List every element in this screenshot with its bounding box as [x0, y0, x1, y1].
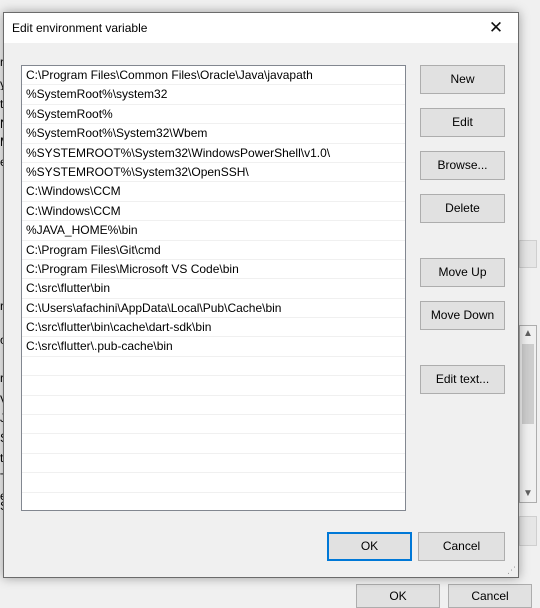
- list-item[interactable]: C:\Windows\CCM: [22, 202, 405, 222]
- path-list[interactable]: C:\Program Files\Common Files\Oracle\Jav…: [21, 65, 406, 511]
- list-item[interactable]: C:\Program Files\Common Files\Oracle\Jav…: [22, 66, 405, 86]
- dialog-title: Edit environment variable: [12, 21, 148, 35]
- list-item[interactable]: %SystemRoot%: [22, 105, 405, 125]
- resize-grip-icon[interactable]: ⋰: [506, 565, 516, 575]
- empty-list-row[interactable]: [22, 493, 405, 510]
- list-item[interactable]: C:\Windows\CCM: [22, 182, 405, 202]
- empty-list-row[interactable]: [22, 454, 405, 474]
- chevron-down-icon[interactable]: ▼: [520, 486, 536, 502]
- list-item[interactable]: C:\Users\afachini\AppData\Local\Pub\Cach…: [22, 299, 405, 319]
- list-item[interactable]: %SystemRoot%\System32\Wbem: [22, 124, 405, 144]
- empty-list-row[interactable]: [22, 434, 405, 454]
- move-up-button[interactable]: Move Up: [420, 258, 505, 287]
- empty-list-row[interactable]: [22, 396, 405, 416]
- list-item[interactable]: %SYSTEMROOT%\System32\OpenSSH\: [22, 163, 405, 183]
- list-item[interactable]: C:\src\flutter\bin: [22, 279, 405, 299]
- background-scrollbar[interactable]: ▲ ▼: [519, 325, 537, 503]
- edit-environment-variable-dialog: Edit environment variable ✕ C:\Program F…: [3, 12, 519, 578]
- ok-button[interactable]: OK: [327, 532, 412, 561]
- list-item[interactable]: %SystemRoot%\system32: [22, 85, 405, 105]
- empty-list-row[interactable]: [22, 376, 405, 396]
- scrollbar-thumb[interactable]: [522, 344, 534, 424]
- empty-list-row[interactable]: [22, 473, 405, 493]
- close-icon[interactable]: ✕: [474, 13, 518, 43]
- background-panel: [519, 516, 537, 546]
- background-ok-button[interactable]: OK: [356, 584, 440, 608]
- list-item[interactable]: C:\Program Files\Microsoft VS Code\bin: [22, 260, 405, 280]
- cancel-button[interactable]: Cancel: [418, 532, 505, 561]
- list-item[interactable]: C:\Program Files\Git\cmd: [22, 241, 405, 260]
- background-panel: [519, 240, 537, 268]
- empty-list-row[interactable]: [22, 357, 405, 377]
- background-cancel-button[interactable]: Cancel: [448, 584, 532, 608]
- chevron-up-icon[interactable]: ▲: [520, 326, 536, 342]
- edit-button[interactable]: Edit: [420, 108, 505, 137]
- new-button[interactable]: New: [420, 65, 505, 94]
- list-item[interactable]: C:\src\flutter\.pub-cache\bin: [22, 337, 405, 357]
- list-item[interactable]: %JAVA_HOME%\bin: [22, 221, 405, 241]
- list-item[interactable]: C:\src\flutter\bin\cache\dart-sdk\bin: [22, 318, 405, 338]
- browse-button[interactable]: Browse...: [420, 151, 505, 180]
- empty-list-row[interactable]: [22, 415, 405, 435]
- move-down-button[interactable]: Move Down: [420, 301, 505, 330]
- delete-button[interactable]: Delete: [420, 194, 505, 223]
- list-item[interactable]: %SYSTEMROOT%\System32\WindowsPowerShell\…: [22, 144, 405, 163]
- title-bar[interactable]: Edit environment variable ✕: [4, 13, 518, 43]
- edit-text-button[interactable]: Edit text...: [420, 365, 505, 394]
